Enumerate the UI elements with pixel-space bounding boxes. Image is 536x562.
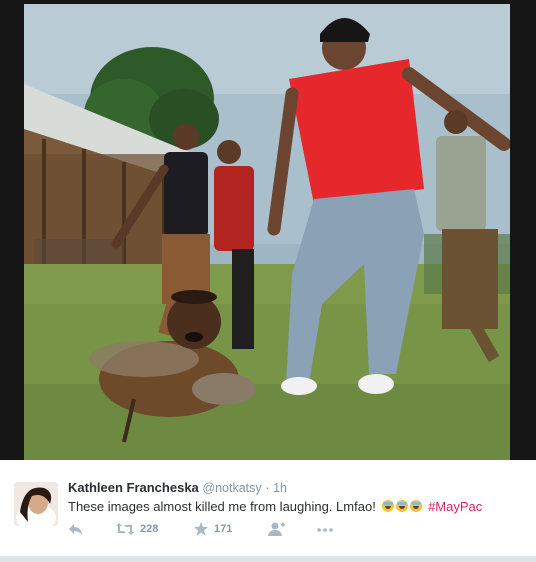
display-name[interactable]: Kathleen Francheska	[68, 480, 199, 495]
follow-icon	[268, 522, 285, 536]
tweet-card[interactable]: Kathleen Francheska @notkatsy · 1h These…	[0, 460, 536, 556]
laughing-emoji-icon	[396, 500, 409, 512]
tweet-body-text: These images almost killed me from laugh…	[68, 499, 376, 514]
laughing-emoji-icon	[382, 500, 395, 512]
avatar[interactable]	[14, 482, 58, 526]
emoji-group	[382, 499, 428, 514]
card-bottom-border	[0, 556, 536, 562]
tweet-photo-image	[24, 4, 510, 460]
favorite-star-icon	[194, 522, 208, 536]
more-icon	[317, 528, 333, 532]
more-button[interactable]	[316, 522, 334, 536]
retweet-icon	[116, 523, 134, 535]
follow-button[interactable]	[268, 522, 286, 536]
laughing-emoji-icon	[410, 500, 423, 512]
tweet-header: Kathleen Francheska @notkatsy · 1h	[68, 480, 287, 495]
separator-dot: ·	[265, 481, 270, 495]
reply-icon	[69, 524, 82, 535]
favorite-count: 171	[214, 523, 233, 535]
hashtag-link[interactable]: #MayPac	[428, 499, 482, 514]
user-handle[interactable]: @notkatsy	[202, 481, 261, 495]
retweet-count: 228	[140, 523, 159, 535]
avatar-image	[14, 482, 58, 526]
tweet-text: These images almost killed me from laugh…	[68, 499, 482, 514]
favorite-button[interactable]: 171	[194, 522, 232, 536]
tweet-timestamp[interactable]: 1h	[273, 481, 287, 495]
reply-button[interactable]	[68, 522, 84, 536]
tweet-photo[interactable]	[24, 4, 510, 460]
tweet-media-frame: Kathleen Francheska @notkatsy · 1h These…	[0, 0, 536, 562]
retweet-button[interactable]: 228	[116, 522, 158, 536]
